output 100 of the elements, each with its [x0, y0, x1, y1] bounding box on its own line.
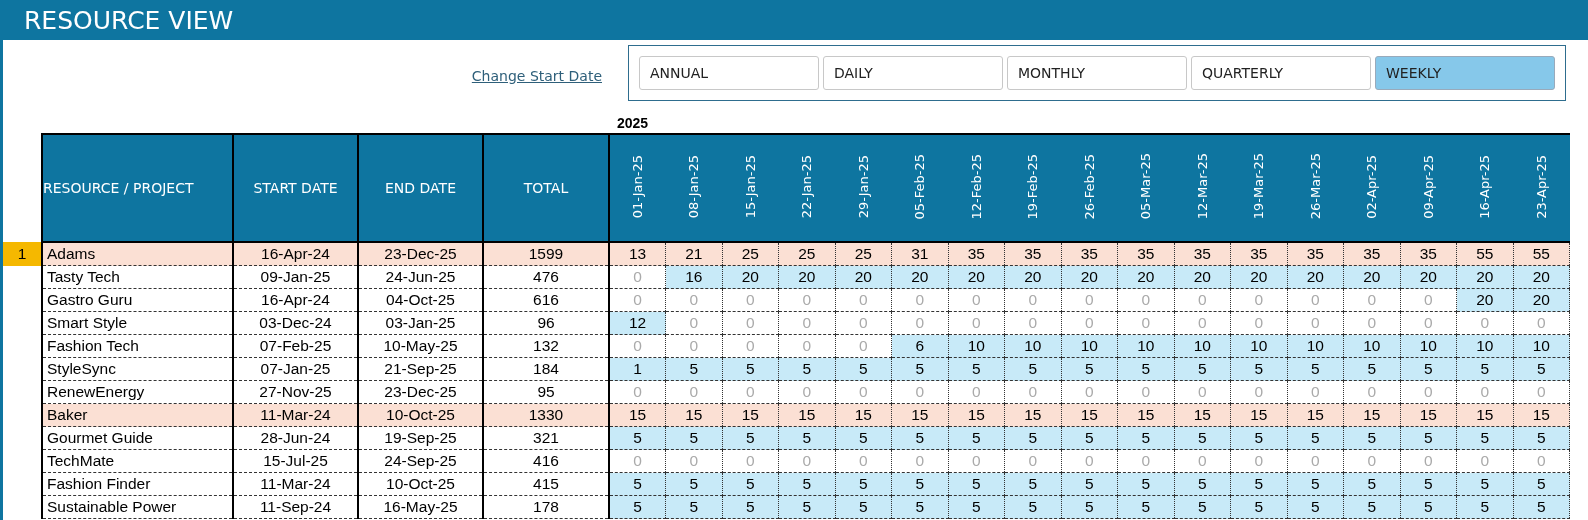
table-cell: 20: [1456, 288, 1513, 312]
table-cell: 0: [948, 311, 1005, 335]
period-button[interactable]: QUARTERLY: [1191, 55, 1371, 90]
table-cell: 0: [1117, 311, 1174, 335]
table-cell: 28-Jun-24: [233, 426, 358, 450]
table-cell: 0: [1513, 449, 1570, 473]
table-cell: 5: [1117, 495, 1174, 519]
table-cell: 15: [1004, 403, 1061, 427]
table-cell: 5: [1456, 495, 1513, 519]
table-cell: 0: [722, 380, 779, 404]
table-cell: 15: [1230, 403, 1287, 427]
table-cell: 5: [948, 495, 1005, 519]
table-cell: 0: [722, 334, 779, 358]
table-cell: 0: [1004, 449, 1061, 473]
table-cell: 10: [1513, 334, 1570, 358]
week-header: 05-Mar-25: [1138, 153, 1154, 220]
table-cell: 0: [665, 311, 722, 335]
table-cell: 0: [1343, 449, 1400, 473]
table-cell: 15: [1343, 403, 1400, 427]
table-cell: 5: [609, 472, 666, 496]
table-cell: 5: [1287, 357, 1344, 381]
change-start-date-link[interactable]: Change Start Date: [471, 67, 620, 84]
table-cell: 0: [1061, 380, 1118, 404]
table-cell: 20: [1117, 265, 1174, 289]
table-cell: 5: [1174, 357, 1231, 381]
table-cell: 0: [1343, 288, 1400, 312]
resource-name: Adams: [42, 242, 233, 266]
table-cell: 10: [1004, 334, 1061, 358]
week-header: 23-Apr-25: [1533, 154, 1549, 219]
table-cell: 15: [1174, 403, 1231, 427]
table-cell: 0: [778, 380, 835, 404]
week-header: 09-Apr-25: [1420, 154, 1436, 219]
week-header: 26-Mar-25: [1307, 153, 1323, 220]
period-button[interactable]: MONTHLY: [1007, 55, 1187, 90]
table-cell: 0: [1287, 449, 1344, 473]
project-name: Smart Style: [42, 311, 233, 335]
table-cell: 15: [1513, 403, 1570, 427]
project-name: Fashion Tech: [42, 334, 233, 358]
table-cell: 20: [722, 265, 779, 289]
resource-name: Baker: [42, 403, 233, 427]
table-cell: 03-Jan-25: [358, 311, 483, 335]
table-cell: 10: [1230, 334, 1287, 358]
table-cell: 0: [665, 334, 722, 358]
table-cell: 15: [948, 403, 1005, 427]
table-cell: 5: [722, 495, 779, 519]
table-cell: 0: [778, 449, 835, 473]
period-button[interactable]: DAILY: [823, 55, 1003, 90]
table-cell: 10: [1343, 334, 1400, 358]
table-cell: 5: [1004, 357, 1061, 381]
table-cell: 0: [1230, 311, 1287, 335]
table-cell: 0: [835, 288, 892, 312]
period-button[interactable]: WEEKLY: [1375, 55, 1555, 90]
table-cell: 0: [1174, 288, 1231, 312]
table-cell: 0: [891, 449, 948, 473]
table-cell: 20: [1513, 265, 1570, 289]
table-cell: 0: [1456, 311, 1513, 335]
table-cell: 24-Jun-25: [358, 265, 483, 289]
table-cell: 03-Dec-24: [233, 311, 358, 335]
table-cell: 0: [948, 380, 1005, 404]
week-header: 29-Jan-25: [855, 154, 871, 219]
table-cell: 0: [1513, 380, 1570, 404]
table-cell: 20: [1230, 265, 1287, 289]
week-header: 26-Feb-25: [1081, 153, 1097, 220]
table-cell: 5: [1343, 426, 1400, 450]
table-cell: 5: [722, 426, 779, 450]
period-button[interactable]: ANNUAL: [639, 55, 819, 90]
table-cell: 24-Sep-25: [358, 449, 483, 473]
table-cell: 5: [1513, 357, 1570, 381]
project-name: StyleSync: [42, 357, 233, 381]
week-header: 15-Jan-25: [742, 154, 758, 219]
project-name: Tasty Tech: [42, 265, 233, 289]
table-cell: 0: [1456, 380, 1513, 404]
table-cell: 11-Sep-24: [233, 495, 358, 519]
table-cell: 10: [1117, 334, 1174, 358]
table-cell: 15: [665, 403, 722, 427]
table-cell: 0: [1174, 380, 1231, 404]
table-cell: 5: [1287, 426, 1344, 450]
table-cell: 20: [948, 265, 1005, 289]
project-name: TechMate: [42, 449, 233, 473]
table-cell: 10: [1287, 334, 1344, 358]
table-cell: 6: [891, 334, 948, 358]
table-cell: 20: [1174, 265, 1231, 289]
table-cell: 10-May-25: [358, 334, 483, 358]
week-header: 02-Apr-25: [1364, 154, 1380, 219]
table-cell: 0: [722, 288, 779, 312]
table-cell: 16: [665, 265, 722, 289]
table-cell: 5: [1230, 426, 1287, 450]
table-cell: 5: [1343, 495, 1400, 519]
table-cell: 0: [778, 311, 835, 335]
table-cell: 5: [1343, 357, 1400, 381]
table-cell: 5: [1061, 472, 1118, 496]
table-cell: 5: [1287, 495, 1344, 519]
table-cell: 5: [1400, 357, 1457, 381]
sheet-title: RESOURCE VIEW: [24, 5, 234, 35]
project-name: Gastro Guru: [42, 288, 233, 312]
table-cell: 20: [1400, 265, 1457, 289]
table-cell: 07-Feb-25: [233, 334, 358, 358]
table-cell: 5: [722, 357, 779, 381]
table-cell: 0: [891, 288, 948, 312]
table-cell: 20: [778, 265, 835, 289]
